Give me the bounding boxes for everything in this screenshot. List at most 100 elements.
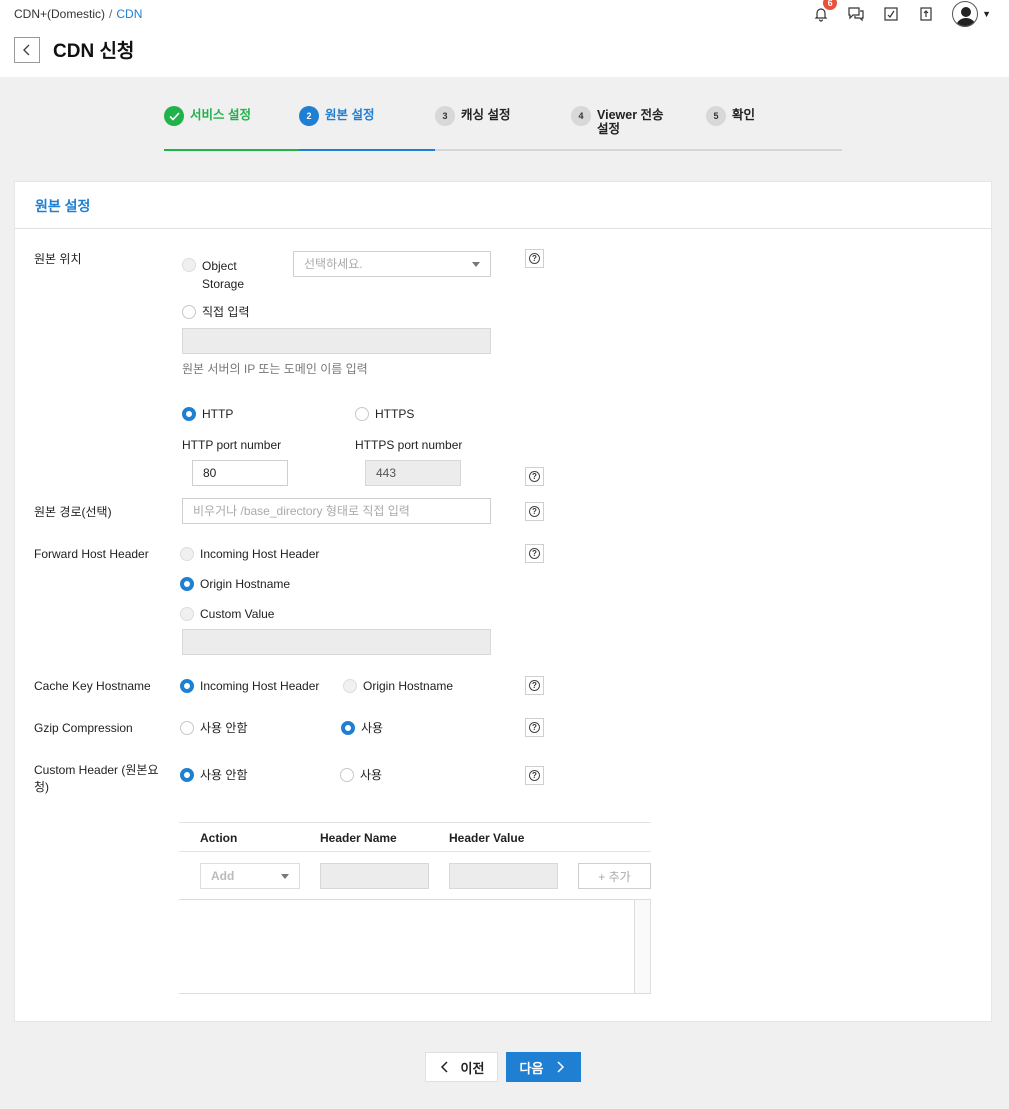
help-icon: ? bbox=[529, 471, 540, 482]
breadcrumb-parent[interactable]: CDN+(Domestic) bbox=[14, 7, 105, 21]
title-row: CDN 신청 bbox=[14, 36, 134, 63]
https-port-label: HTTPS port number bbox=[355, 438, 463, 452]
radio-ckh-incoming-label: Incoming Host Header bbox=[200, 679, 320, 693]
next-button[interactable]: 다음 bbox=[506, 1052, 581, 1082]
column-action: Action bbox=[200, 831, 238, 845]
origin-path-label: 원본 경로(선택) bbox=[34, 505, 112, 519]
radio-ckh-origin[interactable]: Origin Hostname bbox=[343, 678, 453, 695]
radio-dot bbox=[180, 721, 194, 735]
action-select-value: Add bbox=[211, 869, 235, 883]
radio-object-storage-label: Object Storage bbox=[202, 259, 245, 291]
radio-http-label: HTTP bbox=[202, 407, 234, 421]
step-1: 서비스 설정 bbox=[164, 105, 251, 126]
custom-header-table-head: Action Header Name Header Value bbox=[179, 822, 651, 852]
origin-address-input[interactable] bbox=[182, 328, 491, 354]
memo-icon bbox=[884, 7, 898, 21]
help-forward-host-header[interactable]: ? bbox=[525, 544, 544, 563]
back-button[interactable] bbox=[14, 36, 40, 63]
step-label: 서비스 설정 bbox=[190, 108, 251, 122]
forward-host-header-label: Forward Host Header bbox=[34, 547, 149, 561]
radio-fhh-origin[interactable]: Origin Hostname bbox=[180, 576, 290, 593]
help-icon: ? bbox=[529, 506, 540, 517]
origin-path-input[interactable]: 비우거나 /base_directory 형태로 직접 입력 bbox=[182, 498, 491, 524]
radio-dot bbox=[340, 768, 354, 782]
radio-dot bbox=[180, 547, 194, 561]
help-icon: ? bbox=[529, 253, 540, 264]
avatar[interactable] bbox=[952, 1, 979, 27]
radio-direct-input[interactable]: 직접 입력 bbox=[182, 304, 250, 321]
stepper: 서비스 설정 2 원본 설정 3 캐싱 설정 4 Viewer 전송 설정 5 … bbox=[164, 105, 842, 151]
help-gzip[interactable]: ? bbox=[525, 718, 544, 737]
step-label: 원본 설정 bbox=[325, 108, 375, 122]
step-5: 5 확인 bbox=[706, 105, 755, 126]
step-label: Viewer 전송 설정 bbox=[597, 108, 664, 136]
object-storage-select[interactable]: 선택하세요. bbox=[293, 251, 491, 277]
help-icon: ? bbox=[529, 548, 540, 559]
step-2: 2 원본 설정 bbox=[299, 105, 374, 126]
info-icon bbox=[920, 7, 932, 21]
radio-https[interactable]: HTTPS bbox=[355, 406, 414, 423]
chevron-left-icon bbox=[23, 44, 30, 55]
help-custom-header[interactable]: ? bbox=[525, 766, 544, 785]
radio-dot bbox=[180, 768, 194, 782]
radio-dot bbox=[341, 721, 355, 735]
radio-gzip-off[interactable]: 사용 안함 bbox=[180, 720, 248, 737]
radio-fhh-custom-label: Custom Value bbox=[200, 607, 275, 621]
radio-dot bbox=[182, 305, 196, 319]
help-origin-path[interactable]: ? bbox=[525, 502, 544, 521]
chevron-down-icon[interactable]: ▼ bbox=[982, 9, 991, 19]
radio-dot bbox=[182, 258, 196, 272]
list-scrollbar[interactable] bbox=[634, 900, 650, 993]
memo-button[interactable] bbox=[881, 4, 901, 24]
stepper-progress-active bbox=[299, 149, 435, 151]
origin-settings-panel: 원본 설정 bbox=[14, 181, 992, 1022]
custom-value-input[interactable] bbox=[182, 629, 491, 655]
radio-ch-off[interactable]: 사용 안함 bbox=[180, 767, 248, 784]
radio-gzip-off-label: 사용 안함 bbox=[200, 721, 248, 735]
radio-gzip-on-label: 사용 bbox=[361, 721, 384, 735]
radio-http[interactable]: HTTP bbox=[182, 406, 233, 423]
add-header-button[interactable]: + 추가 bbox=[578, 863, 651, 889]
chat-button[interactable] bbox=[846, 4, 866, 24]
radio-dot bbox=[180, 679, 194, 693]
origin-path-placeholder: 비우거나 /base_directory 형태로 직접 입력 bbox=[193, 504, 410, 518]
radio-gzip-on[interactable]: 사용 bbox=[341, 720, 383, 737]
help-port[interactable]: ? bbox=[525, 467, 544, 486]
step-label: 캐싱 설정 bbox=[461, 108, 511, 122]
panel-title: 원본 설정 bbox=[15, 182, 991, 229]
radio-fhh-incoming[interactable]: Incoming Host Header bbox=[180, 546, 319, 563]
radio-dot bbox=[355, 407, 369, 421]
gzip-label: Gzip Compression bbox=[34, 721, 133, 735]
origin-location-label: 원본 위치 bbox=[34, 252, 82, 266]
chevron-down-icon bbox=[281, 874, 289, 879]
help-origin-location[interactable]: ? bbox=[525, 249, 544, 268]
header-name-input[interactable] bbox=[320, 863, 429, 889]
http-port-input[interactable]: 80 bbox=[192, 460, 288, 486]
check-icon bbox=[164, 106, 184, 126]
help-icon: ? bbox=[529, 770, 540, 781]
help-icon: ? bbox=[529, 680, 540, 691]
radio-fhh-origin-label: Origin Hostname bbox=[200, 577, 291, 591]
radio-ch-on-label: 사용 bbox=[360, 768, 383, 782]
notification-button[interactable]: 6 bbox=[811, 0, 838, 24]
action-select[interactable]: Add bbox=[200, 863, 300, 889]
radio-ckh-incoming[interactable]: Incoming Host Header bbox=[180, 678, 319, 695]
prev-button[interactable]: 이전 bbox=[425, 1052, 498, 1082]
radio-ch-on[interactable]: 사용 bbox=[340, 767, 382, 784]
stepper-progress-done bbox=[164, 149, 299, 151]
http-port-label: HTTP port number bbox=[182, 438, 282, 452]
chevron-down-icon bbox=[472, 262, 480, 267]
header-value-input[interactable] bbox=[449, 863, 558, 889]
origin-address-hint: 원본 서버의 IP 또는 도메인 이름 입력 bbox=[182, 362, 368, 376]
info-button[interactable] bbox=[916, 4, 936, 24]
breadcrumb-current[interactable]: CDN bbox=[116, 7, 142, 21]
https-port-input[interactable]: 443 bbox=[365, 460, 461, 486]
step-4: 4 Viewer 전송 설정 bbox=[571, 105, 669, 136]
chevron-right-icon bbox=[557, 1061, 565, 1073]
help-cache-key-hostname[interactable]: ? bbox=[525, 676, 544, 695]
custom-header-list bbox=[179, 899, 651, 994]
cache-key-hostname-label: Cache Key Hostname bbox=[34, 679, 151, 693]
radio-object-storage[interactable]: Object Storage bbox=[182, 257, 262, 293]
chevron-left-icon bbox=[440, 1061, 448, 1073]
radio-fhh-custom[interactable]: Custom Value bbox=[180, 606, 274, 623]
